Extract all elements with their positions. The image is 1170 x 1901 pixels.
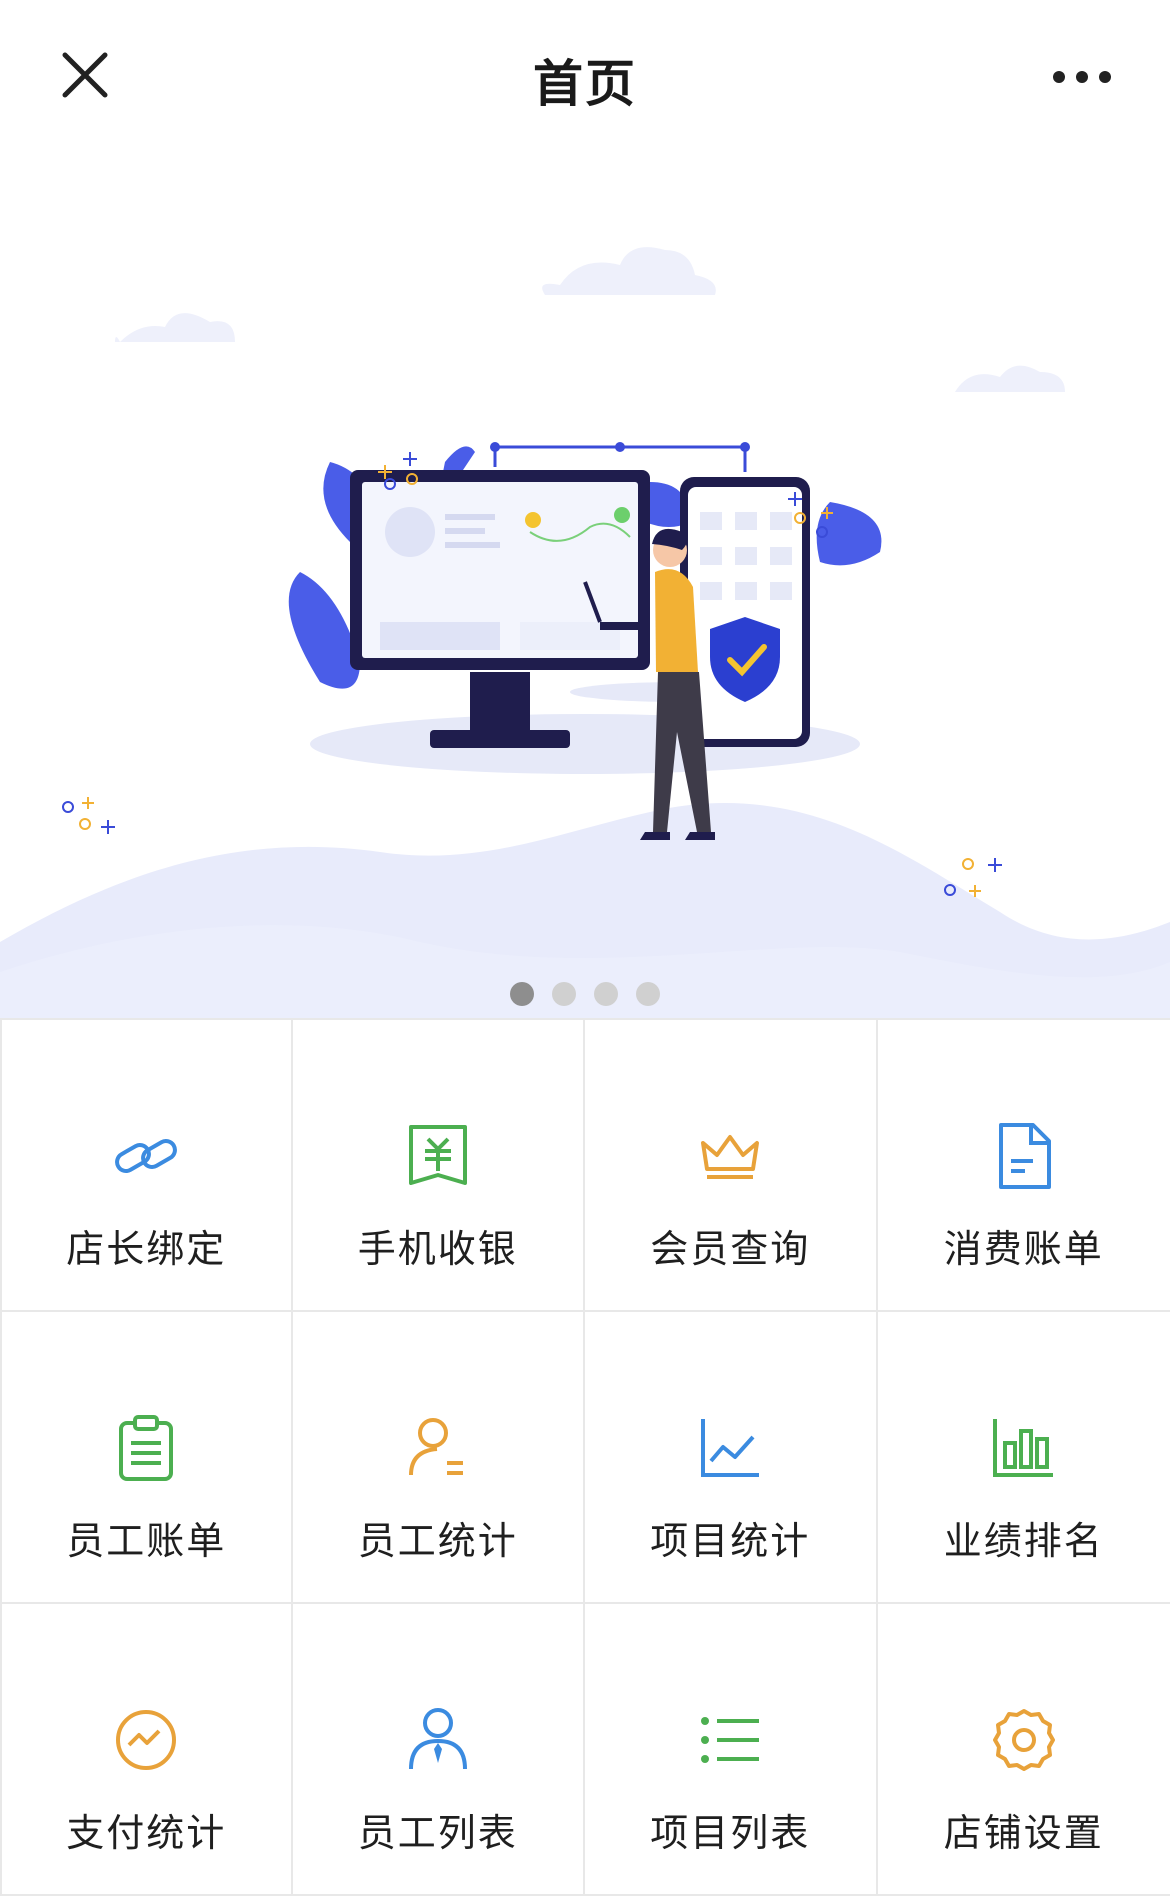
menu-item-label: 员工列表	[358, 1802, 518, 1857]
menu-item-payment-statistics[interactable]: 支付统计	[0, 1604, 293, 1896]
menu-item-label: 业绩排名	[944, 1510, 1104, 1565]
payment-trend-icon	[106, 1700, 186, 1780]
crown-icon	[690, 1116, 770, 1196]
bar-chart-icon	[984, 1408, 1064, 1488]
menu-grid: 店长绑定 手机收银 会员查询 消费账单	[0, 1018, 1170, 1901]
menu-item-staff-bill[interactable]: 员工账单	[0, 1312, 293, 1604]
menu-item-label: 会员查询	[650, 1218, 810, 1273]
staff-icon	[398, 1700, 478, 1780]
cashier-icon	[398, 1116, 478, 1196]
menu-item-label: 员工账单	[66, 1510, 226, 1565]
carousel-dot[interactable]	[636, 982, 660, 1006]
user-stats-icon	[398, 1408, 478, 1488]
menu-item-store-settings[interactable]: 店铺设置	[878, 1604, 1170, 1896]
menu-item-label: 店长绑定	[66, 1218, 226, 1273]
more-icon	[1052, 70, 1112, 84]
document-icon	[984, 1116, 1064, 1196]
menu-item-label: 项目统计	[650, 1510, 810, 1565]
carousel-indicator	[0, 982, 1170, 1006]
list-icon	[690, 1700, 770, 1780]
menu-item-label: 员工统计	[358, 1510, 518, 1565]
more-button[interactable]	[1042, 52, 1122, 102]
menu-item-label: 店铺设置	[944, 1802, 1104, 1857]
line-chart-icon	[690, 1408, 770, 1488]
menu-item-performance-ranking[interactable]: 业绩排名	[878, 1312, 1170, 1604]
menu-item-manager-binding[interactable]: 店长绑定	[0, 1020, 293, 1312]
menu-item-staff-list[interactable]: 员工列表	[293, 1604, 586, 1896]
menu-item-project-statistics[interactable]: 项目统计	[585, 1312, 878, 1604]
menu-item-label: 支付统计	[66, 1802, 226, 1857]
menu-item-consumption-bill[interactable]: 消费账单	[878, 1020, 1170, 1312]
top-bar: 首页	[0, 0, 1170, 152]
banner-illustration	[0, 152, 1170, 1018]
menu-item-label: 消费账单	[944, 1218, 1104, 1273]
page-title: 首页	[0, 44, 1170, 116]
menu-item-member-search[interactable]: 会员查询	[585, 1020, 878, 1312]
link-icon	[106, 1116, 186, 1196]
menu-item-mobile-cashier[interactable]: 手机收银	[293, 1020, 586, 1312]
carousel-dot[interactable]	[552, 982, 576, 1006]
clipboard-icon	[106, 1408, 186, 1488]
carousel-dot[interactable]	[594, 982, 618, 1006]
menu-item-staff-statistics[interactable]: 员工统计	[293, 1312, 586, 1604]
banner-carousel[interactable]	[0, 152, 1170, 1018]
menu-item-label: 手机收银	[358, 1218, 518, 1273]
menu-item-label: 项目列表	[650, 1802, 810, 1857]
gear-icon	[984, 1700, 1064, 1780]
carousel-dot[interactable]	[510, 982, 534, 1006]
menu-item-project-list[interactable]: 项目列表	[585, 1604, 878, 1896]
